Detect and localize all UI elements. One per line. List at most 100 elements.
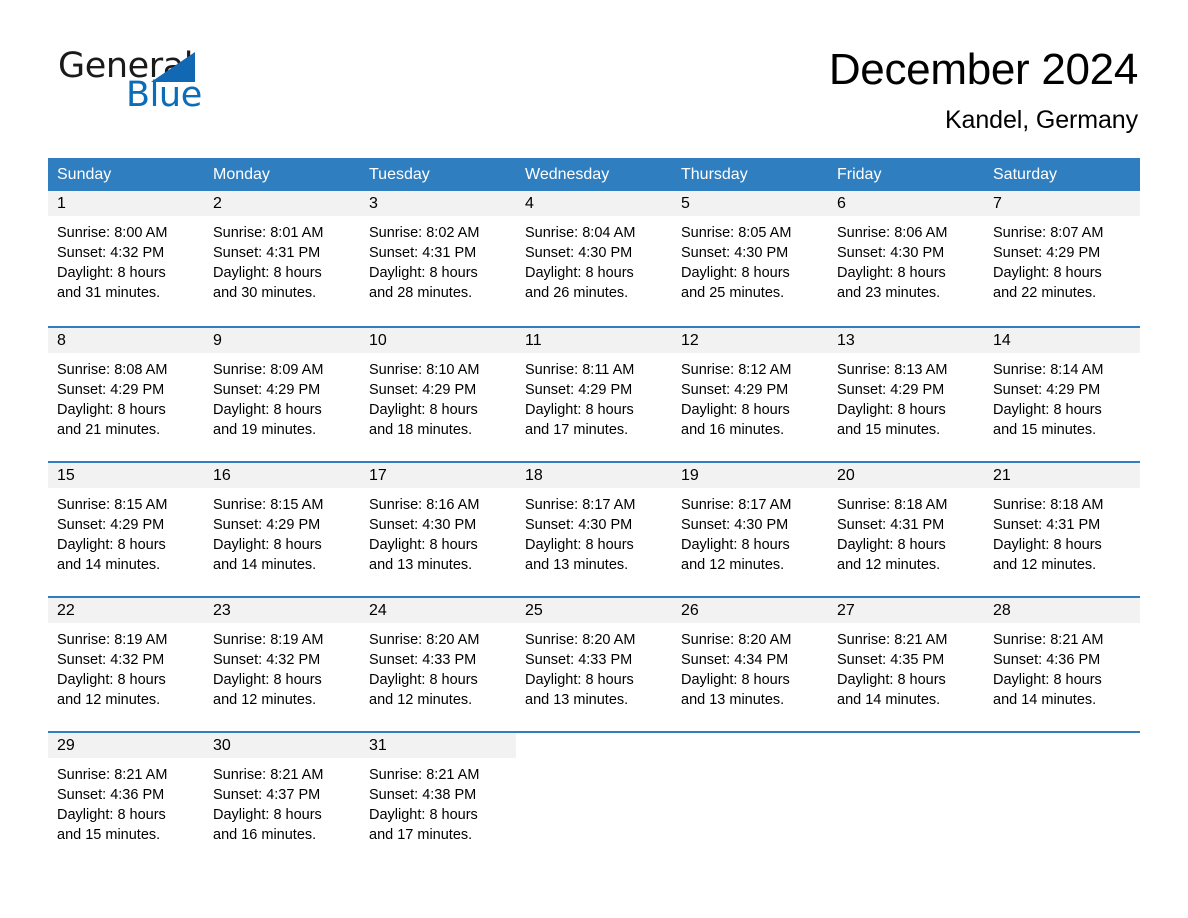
day-cell[interactable]: 1 Sunrise: 8:00 AM Sunset: 4:32 PM Dayli… [48, 191, 204, 326]
sunset-text: Sunset: 4:30 PM [525, 245, 633, 261]
day-details: Sunrise: 8:13 AM Sunset: 4:29 PM Dayligh… [828, 353, 984, 440]
day-cell[interactable]: 24 Sunrise: 8:20 AM Sunset: 4:33 PM Dayl… [360, 598, 516, 731]
daylight-text-line1: Daylight: 8 hours [525, 672, 634, 688]
day-cell[interactable]: 23 Sunrise: 8:19 AM Sunset: 4:32 PM Dayl… [204, 598, 360, 731]
day-cell-empty [672, 733, 828, 866]
day-cell[interactable]: 28 Sunrise: 8:21 AM Sunset: 4:36 PM Dayl… [984, 598, 1140, 731]
day-cell[interactable]: 27 Sunrise: 8:21 AM Sunset: 4:35 PM Dayl… [828, 598, 984, 731]
day-details: Sunrise: 8:02 AM Sunset: 4:31 PM Dayligh… [360, 216, 516, 303]
day-cell-empty [984, 733, 1140, 866]
day-number: 15 [48, 463, 204, 488]
day-cell[interactable]: 30 Sunrise: 8:21 AM Sunset: 4:37 PM Dayl… [204, 733, 360, 866]
daylight-text-line2: and 14 minutes. [213, 557, 317, 573]
day-number: 30 [204, 733, 360, 758]
day-cell[interactable]: 4 Sunrise: 8:04 AM Sunset: 4:30 PM Dayli… [516, 191, 672, 326]
day-cell[interactable]: 25 Sunrise: 8:20 AM Sunset: 4:33 PM Dayl… [516, 598, 672, 731]
week-row: 15 Sunrise: 8:15 AM Sunset: 4:29 PM Dayl… [48, 461, 1140, 596]
daylight-text-line1: Daylight: 8 hours [837, 672, 946, 688]
daylight-text-line2: and 12 minutes. [57, 692, 161, 708]
weekday-header-tuesday: Tuesday [369, 166, 430, 183]
day-cell[interactable]: 2 Sunrise: 8:01 AM Sunset: 4:31 PM Dayli… [204, 191, 360, 326]
day-cell[interactable]: 15 Sunrise: 8:15 AM Sunset: 4:29 PM Dayl… [48, 463, 204, 596]
day-details: Sunrise: 8:21 AM Sunset: 4:35 PM Dayligh… [828, 623, 984, 710]
day-number: 4 [516, 191, 672, 216]
daylight-text-line2: and 31 minutes. [57, 285, 161, 301]
sunset-text: Sunset: 4:29 PM [837, 382, 945, 398]
day-number: 1 [48, 191, 204, 216]
sunset-text: Sunset: 4:36 PM [57, 787, 165, 803]
day-cell[interactable]: 6 Sunrise: 8:06 AM Sunset: 4:30 PM Dayli… [828, 191, 984, 326]
day-details: Sunrise: 8:04 AM Sunset: 4:30 PM Dayligh… [516, 216, 672, 303]
day-cell[interactable]: 14 Sunrise: 8:14 AM Sunset: 4:29 PM Dayl… [984, 328, 1140, 461]
day-cell[interactable]: 11 Sunrise: 8:11 AM Sunset: 4:29 PM Dayl… [516, 328, 672, 461]
day-cell[interactable]: 21 Sunrise: 8:18 AM Sunset: 4:31 PM Dayl… [984, 463, 1140, 596]
day-cell[interactable]: 29 Sunrise: 8:21 AM Sunset: 4:36 PM Dayl… [48, 733, 204, 866]
day-cell[interactable]: 12 Sunrise: 8:12 AM Sunset: 4:29 PM Dayl… [672, 328, 828, 461]
day-cell[interactable]: 20 Sunrise: 8:18 AM Sunset: 4:31 PM Dayl… [828, 463, 984, 596]
sunset-text: Sunset: 4:29 PM [525, 382, 633, 398]
daylight-text-line1: Daylight: 8 hours [213, 537, 322, 553]
day-cell[interactable]: 17 Sunrise: 8:16 AM Sunset: 4:30 PM Dayl… [360, 463, 516, 596]
day-cell[interactable]: 10 Sunrise: 8:10 AM Sunset: 4:29 PM Dayl… [360, 328, 516, 461]
sunrise-text: Sunrise: 8:20 AM [681, 632, 792, 648]
day-cell[interactable]: 5 Sunrise: 8:05 AM Sunset: 4:30 PM Dayli… [672, 191, 828, 326]
day-number [516, 733, 672, 758]
day-cell[interactable]: 3 Sunrise: 8:02 AM Sunset: 4:31 PM Dayli… [360, 191, 516, 326]
day-cell[interactable]: 22 Sunrise: 8:19 AM Sunset: 4:32 PM Dayl… [48, 598, 204, 731]
daylight-text-line1: Daylight: 8 hours [681, 672, 790, 688]
week-row: 8 Sunrise: 8:08 AM Sunset: 4:29 PM Dayli… [48, 326, 1140, 461]
sunset-text: Sunset: 4:30 PM [369, 517, 477, 533]
sunrise-text: Sunrise: 8:02 AM [369, 225, 480, 241]
day-cell[interactable]: 7 Sunrise: 8:07 AM Sunset: 4:29 PM Dayli… [984, 191, 1140, 326]
day-cell[interactable]: 16 Sunrise: 8:15 AM Sunset: 4:29 PM Dayl… [204, 463, 360, 596]
sunrise-text: Sunrise: 8:17 AM [525, 497, 636, 513]
day-number: 14 [984, 328, 1140, 353]
daylight-text-line1: Daylight: 8 hours [993, 672, 1102, 688]
sunset-text: Sunset: 4:29 PM [213, 382, 321, 398]
sunrise-text: Sunrise: 8:21 AM [369, 767, 480, 783]
sunrise-text: Sunrise: 8:19 AM [57, 632, 168, 648]
daylight-text-line2: and 28 minutes. [369, 285, 473, 301]
day-cell[interactable]: 9 Sunrise: 8:09 AM Sunset: 4:29 PM Dayli… [204, 328, 360, 461]
day-cell[interactable]: 19 Sunrise: 8:17 AM Sunset: 4:30 PM Dayl… [672, 463, 828, 596]
daylight-text-line1: Daylight: 8 hours [525, 537, 634, 553]
day-details: Sunrise: 8:09 AM Sunset: 4:29 PM Dayligh… [204, 353, 360, 440]
daylight-text-line2: and 15 minutes. [993, 422, 1097, 438]
daylight-text-line1: Daylight: 8 hours [525, 402, 634, 418]
day-cell[interactable]: 13 Sunrise: 8:13 AM Sunset: 4:29 PM Dayl… [828, 328, 984, 461]
day-details: Sunrise: 8:20 AM Sunset: 4:33 PM Dayligh… [516, 623, 672, 710]
day-cell[interactable]: 26 Sunrise: 8:20 AM Sunset: 4:34 PM Dayl… [672, 598, 828, 731]
daylight-text-line2: and 15 minutes. [57, 827, 161, 843]
day-number: 20 [828, 463, 984, 488]
day-number: 5 [672, 191, 828, 216]
sunrise-text: Sunrise: 8:04 AM [525, 225, 636, 241]
day-number [828, 733, 984, 758]
daylight-text-line2: and 16 minutes. [681, 422, 785, 438]
week-row: 29 Sunrise: 8:21 AM Sunset: 4:36 PM Dayl… [48, 731, 1140, 866]
day-cell[interactable]: 8 Sunrise: 8:08 AM Sunset: 4:29 PM Dayli… [48, 328, 204, 461]
daylight-text-line1: Daylight: 8 hours [213, 807, 322, 823]
daylight-text-line2: and 21 minutes. [57, 422, 161, 438]
sunset-text: Sunset: 4:35 PM [837, 652, 945, 668]
sunset-text: Sunset: 4:29 PM [213, 517, 321, 533]
daylight-text-line2: and 23 minutes. [837, 285, 941, 301]
weekday-header-sunday: Sunday [57, 166, 112, 183]
day-number: 27 [828, 598, 984, 623]
sunrise-text: Sunrise: 8:05 AM [681, 225, 792, 241]
day-cell-empty [828, 733, 984, 866]
day-cell[interactable]: 31 Sunrise: 8:21 AM Sunset: 4:38 PM Dayl… [360, 733, 516, 866]
week-row: 1 Sunrise: 8:00 AM Sunset: 4:32 PM Dayli… [48, 191, 1140, 326]
day-number [672, 733, 828, 758]
daylight-text-line1: Daylight: 8 hours [213, 672, 322, 688]
daylight-text-line2: and 12 minutes. [369, 692, 473, 708]
daylight-text-line1: Daylight: 8 hours [993, 402, 1102, 418]
day-details: Sunrise: 8:19 AM Sunset: 4:32 PM Dayligh… [204, 623, 360, 710]
day-details: Sunrise: 8:17 AM Sunset: 4:30 PM Dayligh… [516, 488, 672, 575]
sunset-text: Sunset: 4:29 PM [369, 382, 477, 398]
calendar-page: General Blue December 2024 Kandel, Germa… [0, 0, 1188, 918]
sunrise-text: Sunrise: 8:21 AM [837, 632, 948, 648]
daylight-text-line1: Daylight: 8 hours [993, 537, 1102, 553]
day-cell[interactable]: 18 Sunrise: 8:17 AM Sunset: 4:30 PM Dayl… [516, 463, 672, 596]
sunrise-text: Sunrise: 8:18 AM [837, 497, 948, 513]
sunset-text: Sunset: 4:38 PM [369, 787, 477, 803]
